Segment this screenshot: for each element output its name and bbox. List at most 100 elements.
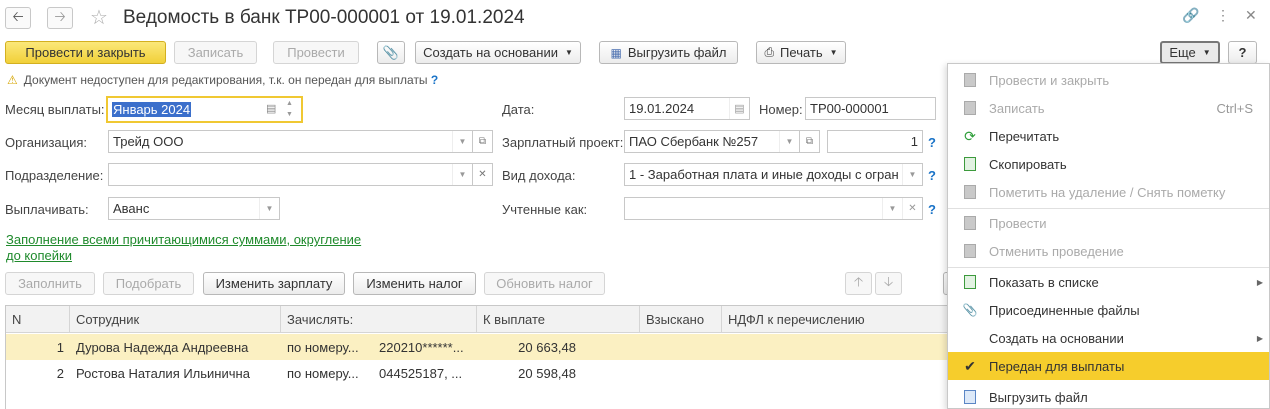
- chevron-down-icon[interactable]: ▼: [779, 131, 799, 152]
- open-icon: ⧉: [805, 136, 814, 147]
- org-label: Организация:: [5, 135, 88, 150]
- accounted-as-field[interactable]: ▼ ✕: [624, 197, 923, 220]
- page-title: Ведомость в банк ТР00-000001 от 19.01.20…: [123, 7, 525, 28]
- post-and-close-button[interactable]: Провести и закрыть: [5, 41, 166, 64]
- list-icon: [962, 274, 978, 290]
- chevron-right-icon: ▶: [1256, 333, 1263, 343]
- change-tax-button[interactable]: Изменить налог: [353, 272, 476, 295]
- move-up-button[interactable]: 🡡: [845, 272, 872, 295]
- month-field[interactable]: Январь 2024 ▤ ▲ ▼: [106, 96, 303, 123]
- chevron-down-icon[interactable]: ▼: [902, 164, 922, 185]
- salary-project-help[interactable]: ?: [928, 135, 936, 150]
- col-ndfl[interactable]: НДФЛ к перечислению: [722, 306, 949, 333]
- back-button[interactable]: 🡠: [5, 7, 31, 29]
- post-close-icon: [962, 72, 978, 88]
- checkmark-icon: ✔: [964, 357, 976, 374]
- menu-item-post-close[interactable]: Провести и закрыть: [948, 66, 1269, 94]
- more-vertical-icon[interactable]: ⋮: [1216, 7, 1230, 24]
- date-field[interactable]: 19.01.2024 ▤: [624, 97, 750, 120]
- clear-department-button[interactable]: ✕: [472, 163, 493, 186]
- move-down-button[interactable]: 🡣: [875, 272, 902, 295]
- clear-icon[interactable]: ✕: [902, 198, 922, 219]
- update-tax-button[interactable]: Обновить налог: [484, 272, 605, 295]
- col-transfer[interactable]: Зачислять:: [281, 306, 477, 333]
- print-button[interactable]: ⎙ Печать ▼: [756, 41, 846, 64]
- account-number: 220210******...: [379, 339, 464, 355]
- department-field[interactable]: ▼: [108, 163, 473, 186]
- chevron-right-icon: ▶: [1256, 277, 1263, 287]
- menu-item-write[interactable]: Записать Ctrl+S: [948, 94, 1269, 122]
- export-icon: ▦: [610, 45, 622, 60]
- pay-field[interactable]: Аванс ▼: [108, 197, 280, 220]
- open-organization-button[interactable]: ⧉: [472, 130, 493, 153]
- menu-item-attached-files[interactable]: 📎 Присоединенные файлы: [948, 296, 1269, 324]
- pick-button[interactable]: Подобрать: [103, 272, 194, 295]
- printer-icon: ⎙: [764, 45, 775, 59]
- menu-item-passed-for-payment[interactable]: ✔ Передан для выплаты: [948, 352, 1269, 380]
- clear-icon: ✕: [478, 169, 487, 180]
- date-label: Дата:: [502, 102, 535, 117]
- employee-name: Ростова Наталия Ильинична: [76, 365, 250, 381]
- close-icon[interactable]: ✕: [1245, 7, 1257, 24]
- number-label: Номер:: [759, 102, 803, 117]
- chevron-down-icon[interactable]: ▼: [259, 198, 279, 219]
- organization-field[interactable]: Трейд ООО ▼: [108, 130, 473, 153]
- mark-delete-icon: [962, 184, 978, 200]
- chevron-down-icon: ▼: [1202, 48, 1211, 57]
- open-salary-project-button[interactable]: ⧉: [799, 130, 820, 153]
- col-employee[interactable]: Сотрудник: [70, 306, 281, 333]
- menu-item-reread[interactable]: ⟳ Перечитать: [948, 122, 1269, 150]
- number-field[interactable]: ТР00-000001: [805, 97, 936, 120]
- post-button[interactable]: Провести: [273, 41, 359, 64]
- salary-project-field[interactable]: ПАО Сбербанк №257 ▼: [624, 130, 800, 153]
- col-n[interactable]: N: [6, 306, 70, 333]
- income-type-field[interactable]: 1 - Заработная плата и иные доходы с огр…: [624, 163, 923, 186]
- chevron-down-icon[interactable]: ▼: [452, 164, 472, 185]
- menu-item-create-based-on[interactable]: Создать на основании ▶: [948, 324, 1269, 352]
- chevron-down-icon[interactable]: ▼: [882, 198, 902, 219]
- fill-rounding-link-cont[interactable]: до копейки: [6, 248, 72, 263]
- col-collected[interactable]: Взыскано: [640, 306, 722, 333]
- menu-item-mark-delete[interactable]: Пометить на удаление / Снять пометку: [948, 178, 1269, 206]
- warning-help-link[interactable]: ?: [431, 73, 438, 87]
- export-icon: [962, 389, 978, 405]
- income-label: Вид дохода:: [502, 168, 576, 183]
- fill-button[interactable]: Заполнить: [5, 272, 95, 295]
- more-button[interactable]: Еще ▼: [1160, 41, 1220, 64]
- employees-table[interactable]: N Сотрудник Зачислять: К выплате Взыскан…: [5, 305, 950, 409]
- menu-item-copy[interactable]: Скопировать: [948, 150, 1269, 178]
- favorite-star-icon[interactable]: ☆: [90, 5, 108, 30]
- menu-item-show-in-list[interactable]: Показать в списке ▶: [948, 268, 1269, 296]
- change-salary-button[interactable]: Изменить зарплату: [203, 272, 345, 295]
- attach-button[interactable]: 📎: [377, 41, 405, 64]
- menu-item-post[interactable]: Провести: [948, 209, 1269, 237]
- more-menu: Провести и закрыть Записать Ctrl+S ⟳ Пер…: [947, 63, 1270, 409]
- chevron-down-icon[interactable]: ▼: [452, 131, 472, 152]
- menu-item-export-file[interactable]: Выгрузить файл: [948, 383, 1269, 409]
- write-button[interactable]: Записать: [174, 41, 257, 64]
- calendar-icon[interactable]: ▤: [266, 102, 276, 115]
- col-to-pay[interactable]: К выплате: [477, 306, 640, 333]
- create-based-on-button[interactable]: Создать на основании ▼: [415, 41, 581, 64]
- month-label: Месяц выплаты:: [5, 102, 105, 117]
- amount-to-pay: 20 663,48: [518, 339, 576, 355]
- menu-item-cancel-posting[interactable]: Отменить проведение: [948, 237, 1269, 265]
- arrow-right-icon: 🡢: [54, 8, 66, 24]
- accounted-help[interactable]: ?: [928, 202, 936, 217]
- arrow-down-icon: 🡣: [883, 273, 894, 289]
- forward-button[interactable]: 🡢: [47, 7, 73, 29]
- export-file-button[interactable]: ▦ Выгрузить файл: [599, 41, 738, 64]
- link-icon[interactable]: 🔗: [1182, 7, 1199, 24]
- fill-rounding-link[interactable]: Заполнение всеми причитающимися суммами,…: [6, 232, 361, 247]
- calendar-icon[interactable]: ▤: [729, 98, 749, 119]
- stepper-icon[interactable]: ▲ ▼: [286, 98, 293, 120]
- save-icon: [962, 100, 978, 116]
- table-row[interactable]: 1 Дурова Надежда Андреевна по номеру... …: [6, 334, 949, 360]
- accounted-label: Учтенные как:: [502, 202, 588, 217]
- copy-icon: [962, 156, 978, 172]
- income-help[interactable]: ?: [928, 168, 936, 183]
- table-row[interactable]: 2 Ростова Наталия Ильинична по номеру...…: [6, 360, 949, 386]
- salary-project-count-field[interactable]: 1: [827, 130, 923, 153]
- row-number: 2: [56, 365, 64, 381]
- help-button[interactable]: ?: [1228, 41, 1257, 64]
